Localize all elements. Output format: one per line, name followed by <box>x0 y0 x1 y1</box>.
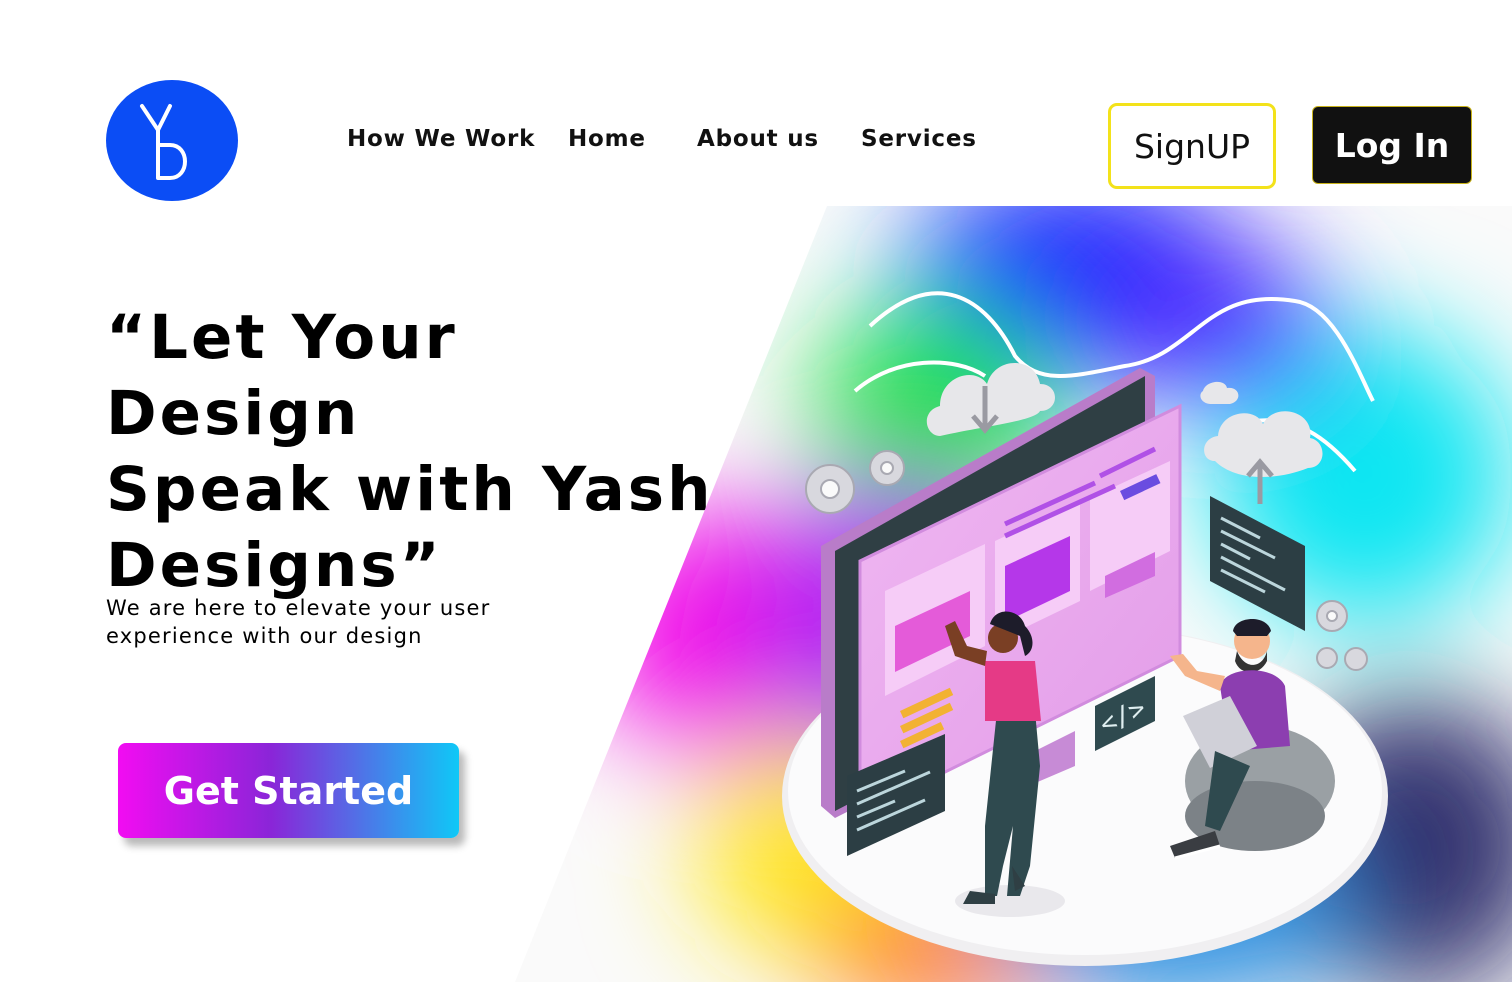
get-started-button[interactable]: Get Started <box>118 743 459 838</box>
nav-services[interactable]: Services <box>861 126 977 152</box>
brand-logo-mark <box>140 104 187 180</box>
hero-illustration: </> <box>515 206 1512 982</box>
signup-button[interactable]: SignUP <box>1108 103 1276 189</box>
login-button[interactable]: Log In <box>1312 106 1472 184</box>
nav-home[interactable]: Home <box>568 126 646 152</box>
nav-about-us[interactable]: About us <box>697 126 819 152</box>
hero-subtitle: We are here to elevate your user experie… <box>106 596 491 648</box>
brand-logo[interactable] <box>106 80 238 201</box>
nav-how-we-work[interactable]: How We Work <box>347 126 535 152</box>
